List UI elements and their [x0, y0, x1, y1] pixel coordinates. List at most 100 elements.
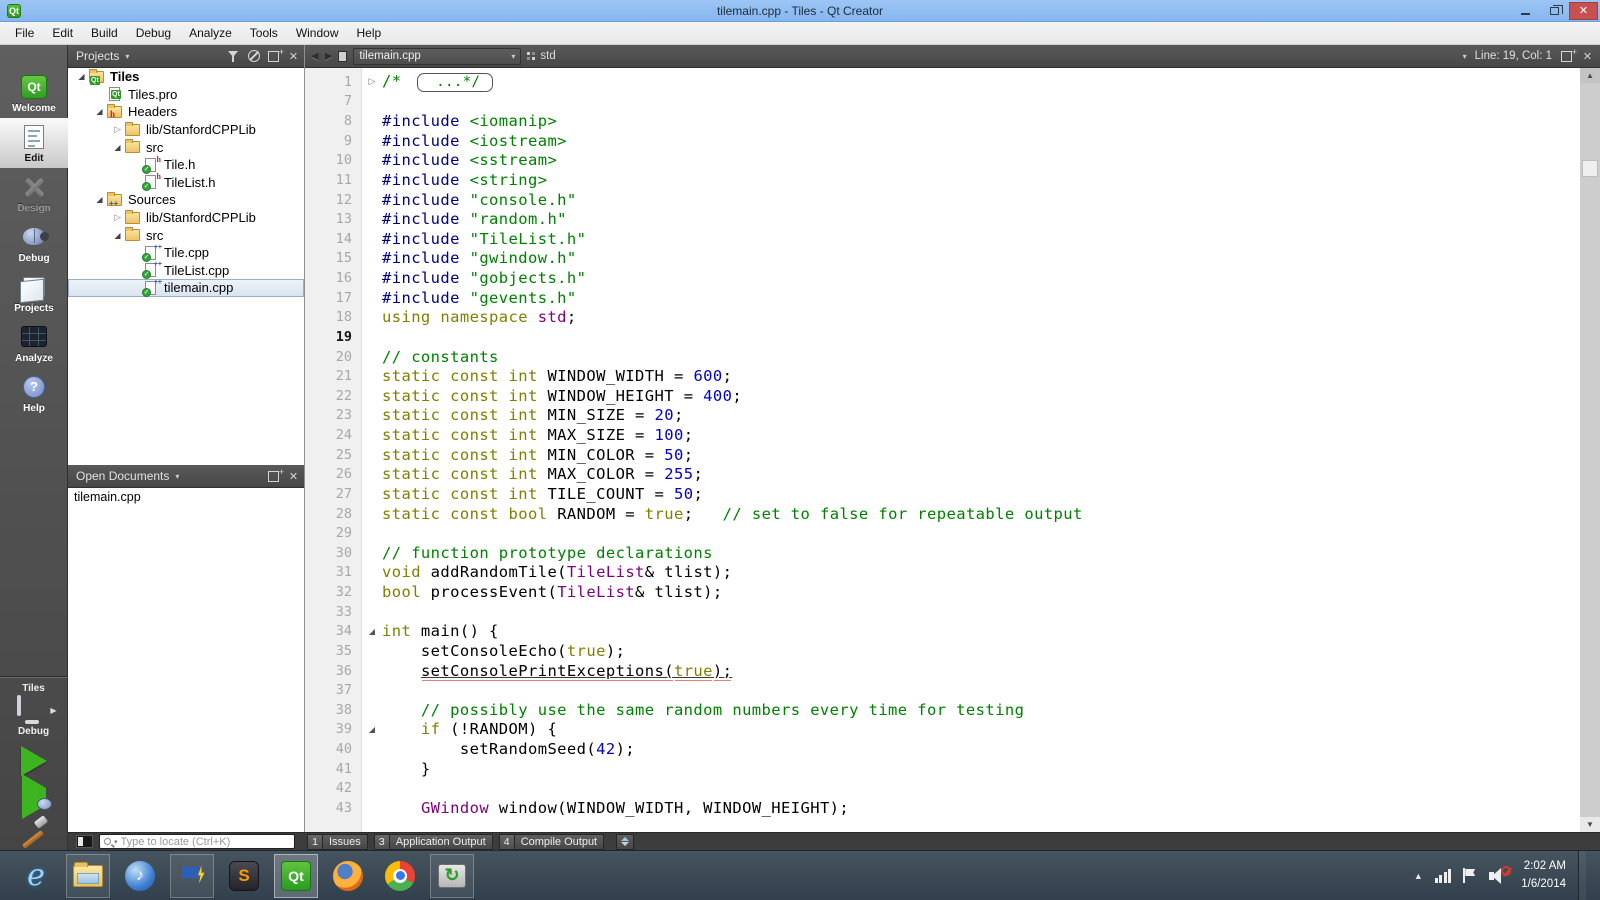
code-line-40[interactable]: 40 setRandomSeed(42);: [305, 739, 1580, 759]
chevron-down-icon[interactable]: ▾: [173, 472, 179, 481]
tree-item-tilelist-h[interactable]: h✓TileList.h: [68, 174, 304, 192]
close-panel-icon[interactable]: ✕: [287, 49, 300, 64]
split-panel-icon[interactable]: [267, 49, 280, 64]
fold-expanded-icon[interactable]: ◢: [362, 725, 382, 734]
tree-item-tiles[interactable]: ◢QtTiles: [68, 68, 304, 86]
menu-build[interactable]: Build: [82, 23, 127, 43]
code-line-23[interactable]: 23static const int MIN_SIZE = 20;: [305, 406, 1580, 426]
tree-collapsed-icon[interactable]: ▷: [110, 212, 125, 223]
menu-window[interactable]: Window: [287, 23, 348, 43]
taskbar-itunes-icon[interactable]: ♪: [118, 854, 162, 898]
code-line-26[interactable]: 26static const int MAX_COLOR = 255;: [305, 465, 1580, 485]
menu-debug[interactable]: Debug: [127, 23, 180, 43]
projects-panel-title[interactable]: Projects: [76, 49, 119, 63]
tree-item-tile-h[interactable]: h✓Tile.h: [68, 156, 304, 174]
output-pane-toggle-button[interactable]: [616, 834, 634, 850]
code-line-38[interactable]: 38 // possibly use the same random numbe…: [305, 700, 1580, 720]
split-panel-icon[interactable]: [267, 469, 280, 484]
code-line-11[interactable]: 11#include <string>: [305, 170, 1580, 190]
mode-projects[interactable]: Projects: [0, 268, 68, 318]
output-pane-issues[interactable]: 1Issues: [307, 834, 368, 850]
tree-item-tiles-pro[interactable]: QtTiles.pro: [68, 86, 304, 104]
go-forward-icon[interactable]: ▶: [325, 51, 333, 62]
tree-item-lib-stanfordcpplib[interactable]: ▷lib/StanfordCPPLib: [68, 209, 304, 227]
build-button[interactable]: [19, 816, 49, 844]
debug-run-button[interactable]: [22, 788, 46, 806]
code-line-10[interactable]: 10#include <sstream>: [305, 151, 1580, 171]
editor-scrollbar[interactable]: ▲ ▼: [1580, 68, 1600, 832]
tree-expanded-icon[interactable]: ◢: [110, 143, 125, 152]
taskbar-chrome-icon[interactable]: [378, 854, 422, 898]
minimize-button[interactable]: [1511, 2, 1540, 20]
code-line-42[interactable]: 42: [305, 779, 1580, 799]
action-center-flag-icon[interactable]: [1463, 868, 1477, 883]
output-pane-application-output[interactable]: 3Application Output: [374, 834, 493, 850]
taskbar-sublime-text-icon[interactable]: S: [222, 854, 266, 898]
open-documents-title[interactable]: Open Documents: [76, 469, 169, 483]
code-area[interactable]: 1▷/* ...*/78#include <iomanip>9#include …: [305, 68, 1580, 832]
code-line-13[interactable]: 13#include "random.h": [305, 209, 1580, 229]
tree-expanded-icon[interactable]: ◢: [74, 72, 89, 81]
tree-item-headers[interactable]: ◢hHeaders: [68, 103, 304, 121]
fold-expanded-icon[interactable]: ◢: [362, 627, 382, 636]
code-line-12[interactable]: 12#include "console.h": [305, 190, 1580, 210]
code-line-43[interactable]: 43 GWindow window(WINDOW_WIDTH, WINDOW_H…: [305, 798, 1580, 818]
mode-debug[interactable]: Debug: [0, 218, 68, 268]
code-line-24[interactable]: 24static const int MAX_SIZE = 100;: [305, 425, 1580, 445]
code-line-34[interactable]: 34◢int main() {: [305, 622, 1580, 642]
taskbar-file-explorer-icon[interactable]: [66, 854, 110, 898]
tree-collapsed-icon[interactable]: ▷: [110, 124, 125, 135]
code-line-31[interactable]: 31void addRandomTile(TileList& tlist);: [305, 563, 1580, 583]
collapsed-comment-box[interactable]: ...*/: [417, 73, 493, 92]
open-file-dropdown[interactable]: tilemain.cpp ▾: [353, 48, 521, 65]
code-line-28[interactable]: 28static const bool RANDOM = true; // se…: [305, 504, 1580, 524]
code-line-9[interactable]: 9#include <iostream>: [305, 131, 1580, 151]
symbol-breadcrumb[interactable]: std: [527, 50, 555, 62]
code-line-14[interactable]: 14#include "TileList.h": [305, 229, 1580, 249]
mode-welcome[interactable]: QtWelcome: [0, 68, 68, 118]
code-line-20[interactable]: 20// constants: [305, 347, 1580, 367]
code-line-18[interactable]: 18using namespace std;: [305, 308, 1580, 328]
mode-design[interactable]: Design: [0, 168, 68, 218]
run-button[interactable]: [21, 746, 47, 776]
code-line-27[interactable]: 27static const int TILE_COUNT = 50;: [305, 484, 1580, 504]
taskbar-sync-tool-icon[interactable]: ↻: [430, 854, 474, 898]
code-line-33[interactable]: 33: [305, 602, 1580, 622]
filter-icon[interactable]: [227, 49, 240, 64]
toggle-sidebar-button[interactable]: [76, 835, 93, 848]
open-document-tilemain-cpp[interactable]: tilemain.cpp: [68, 488, 304, 506]
scroll-down-icon[interactable]: ▼: [1580, 817, 1600, 832]
show-desktop-button[interactable]: [1578, 851, 1586, 900]
tree-item-src[interactable]: ◢src: [68, 138, 304, 156]
code-line-19[interactable]: 19: [305, 327, 1580, 347]
code-line-41[interactable]: 41 }: [305, 759, 1580, 779]
code-line-21[interactable]: 21static const int WINDOW_WIDTH = 600;: [305, 366, 1580, 386]
tree-item-tile-cpp[interactable]: ++✓Tile.cpp: [68, 244, 304, 262]
menu-edit[interactable]: Edit: [43, 23, 82, 43]
code-line-17[interactable]: 17#include "gevents.h": [305, 288, 1580, 308]
tree-item-tilelist-cpp[interactable]: ++✓TileList.cpp: [68, 262, 304, 280]
taskbar-firefox-icon[interactable]: [326, 854, 370, 898]
mode-help[interactable]: ?Help: [0, 368, 68, 418]
code-line-32[interactable]: 32bool processEvent(TileList& tlist);: [305, 582, 1580, 602]
code-line-16[interactable]: 16#include "gobjects.h": [305, 268, 1580, 288]
go-back-icon[interactable]: ◀: [311, 51, 319, 62]
code-line-30[interactable]: 30// function prototype declarations: [305, 543, 1580, 563]
taskbar-putty-icon[interactable]: [170, 854, 214, 898]
tree-item-sources[interactable]: ◢++Sources: [68, 191, 304, 209]
tree-item-lib-stanfordcpplib[interactable]: ▷lib/StanfordCPPLib: [68, 121, 304, 139]
close-button[interactable]: ✕: [1569, 2, 1598, 20]
code-line-35[interactable]: 35 setConsoleEcho(true);: [305, 641, 1580, 661]
taskbar-qt-creator-icon[interactable]: Qt: [274, 854, 318, 898]
menu-analyze[interactable]: Analyze: [180, 23, 241, 43]
close-panel-icon[interactable]: ✕: [287, 469, 300, 484]
code-line-15[interactable]: 15#include "gwindow.h": [305, 249, 1580, 269]
show-hidden-icons-icon[interactable]: ▲: [1414, 871, 1423, 881]
menu-file[interactable]: File: [6, 23, 43, 43]
code-line-7[interactable]: 7: [305, 92, 1580, 112]
menu-help[interactable]: Help: [348, 23, 391, 43]
muted-speaker-icon[interactable]: [1489, 868, 1509, 884]
code-line-8[interactable]: 8#include <iomanip>: [305, 111, 1580, 131]
sync-with-editor-icon[interactable]: [247, 49, 260, 64]
chevron-down-icon[interactable]: ▾: [123, 52, 129, 61]
